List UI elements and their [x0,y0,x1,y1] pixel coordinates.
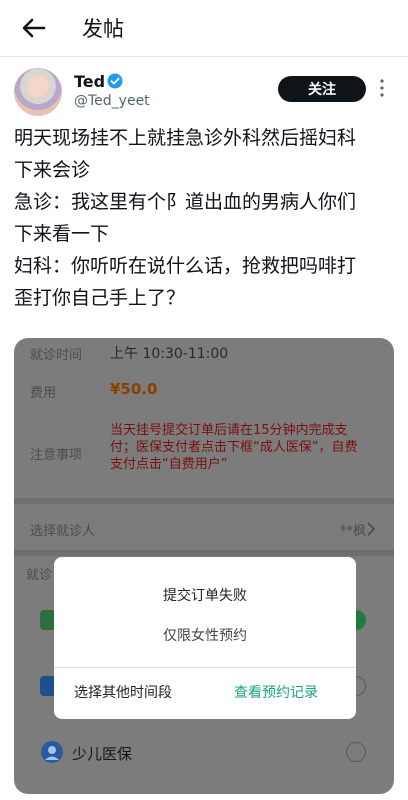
section-divider [14,550,394,556]
follow-button[interactable]: 关注 [278,76,366,102]
section-divider [14,498,394,504]
tweet-line: 明天现场挂不上就挂急诊外科然后摇妇科 [14,127,357,149]
patient-value[interactable]: **枫 [340,520,366,539]
page-title: 发帖 [82,17,124,41]
payment-section-label: 就诊 [26,568,53,583]
dialog-divider [54,667,356,668]
fee-label: 费用 [30,386,57,401]
more-options-icon[interactable] [379,78,385,98]
dialog-message: 仅限女性预约 [163,628,247,644]
fee-value: ¥50.0 [110,380,158,398]
choose-other-time-button[interactable]: 选择其他时间段 [74,682,172,702]
author-name[interactable]: Ted [74,72,105,91]
top-bar: 发帖 [0,0,408,56]
back-arrow-icon[interactable] [20,14,48,42]
view-records-button[interactable]: 查看预约记录 [234,682,318,702]
dialog-title: 提交订单失败 [163,588,247,604]
child-insurance-label: 少儿医保 [72,745,133,763]
tweet-line: 下来会诊 [14,159,91,181]
note-label: 注意事项 [30,448,83,463]
tweet-line: 急诊：我这里有个阝道出血的男病人你们 [14,191,357,213]
time-label: 就诊时间 [30,348,83,363]
child-insurance-icon [41,741,63,763]
author-handle[interactable]: @Ted_yeet [74,93,150,109]
verified-badge-icon [107,73,123,89]
note-text: 当天挂号提交订单后请在15分钟内完成支付；医保支付者点击下框“成人医保”，自费支… [110,423,358,472]
tweet-line: 妇科：你听听在说什么话，抢救把吗啡打 [14,255,357,277]
time-value: 上午 10:30-11:00 [110,346,229,362]
embedded-screenshot[interactable]: 就诊时间 上午 10:30-11:00 费用 ¥50.0 注意事项 当天挂号提交… [14,338,394,794]
patient-label: 选择就诊人 [30,524,96,539]
radio-child-insurance[interactable] [346,742,366,762]
avatar[interactable] [14,68,62,116]
error-dialog: 提交订单失败 仅限女性预约 选择其他时间段 查看预约记录 [54,557,356,719]
tweet-line: 下来看一下 [14,223,110,245]
header-divider [0,56,408,57]
tweet-text: 明天现场挂不上就挂急诊外科然后摇妇科 下来会诊 急诊：我这里有个阝道出血的男病人… [14,122,398,314]
tweet-line: 歪打你自己手上了？ [14,287,186,309]
chevron-right-icon[interactable] [366,522,376,536]
